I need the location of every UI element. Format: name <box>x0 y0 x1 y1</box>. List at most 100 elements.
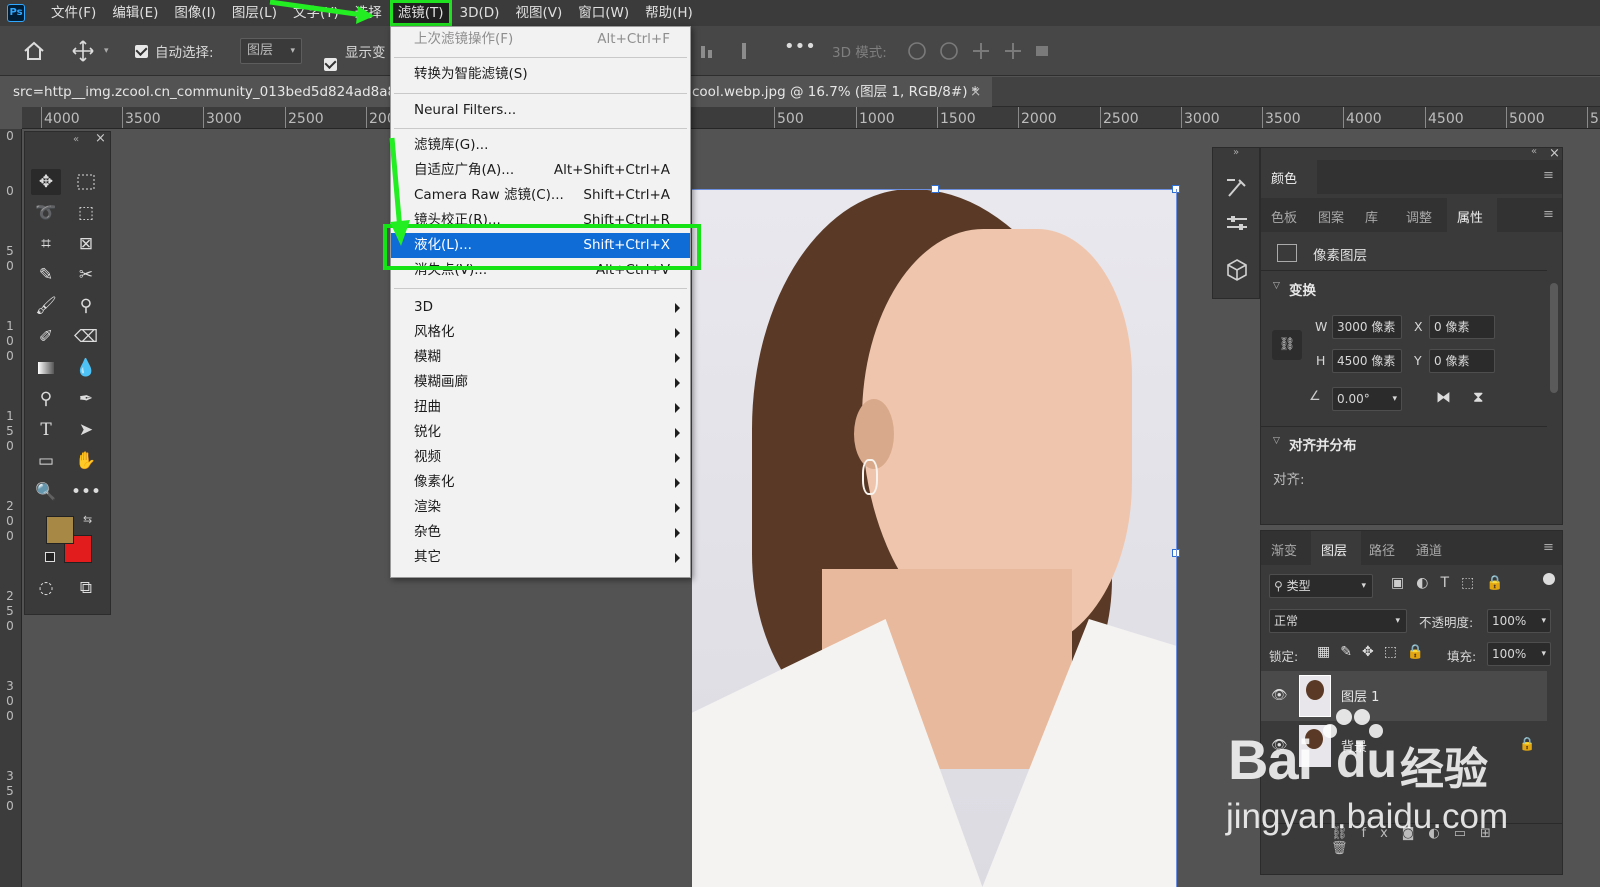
collapse-icon[interactable]: « <box>73 134 79 145</box>
adjustments-icon[interactable] <box>1225 212 1249 236</box>
panel-menu-icon[interactable]: ≡ <box>1543 168 1554 183</box>
tab-layers[interactable]: 图层 <box>1321 540 1347 559</box>
more-options-icon[interactable]: ••• <box>784 36 816 57</box>
menu-image[interactable]: 图像(I) <box>166 0 224 26</box>
submenu-sharpen[interactable]: 锐化 <box>391 420 690 445</box>
pen-tool-icon[interactable]: ✒ <box>71 386 101 412</box>
eye-icon[interactable]: 👁 <box>1271 688 1288 703</box>
eraser-tool-icon[interactable]: ⌫ <box>71 324 101 350</box>
submenu-stylize[interactable]: 风格化 <box>391 320 690 345</box>
tab-channels[interactable]: 通道 <box>1416 540 1442 559</box>
close-icon[interactable]: × <box>970 77 981 107</box>
menu-file[interactable]: 文件(F) <box>43 0 104 26</box>
opacity-field[interactable]: 100% ▾ <box>1487 609 1551 633</box>
tab-patterns[interactable]: 图案 <box>1318 207 1344 226</box>
close-icon[interactable]: × <box>95 131 106 146</box>
gradient-tool-icon[interactable] <box>31 355 61 381</box>
rectangle-tool-icon[interactable]: ▭ <box>31 448 61 474</box>
menu-item-adaptive-wide-angle[interactable]: 自适应广角(A)... Alt+Shift+Ctrl+A <box>391 158 690 183</box>
link-icon[interactable]: ⛓ <box>1272 330 1302 360</box>
hand-tool-icon[interactable]: ✋ <box>71 448 101 474</box>
expand-icon[interactable]: » <box>1233 147 1239 158</box>
menu-help[interactable]: 帮助(H) <box>637 0 701 26</box>
layer-filter-dropdown[interactable]: ⚲ 类型 ▾ <box>1269 574 1373 598</box>
menu-item-neural-filters[interactable]: Neural Filters... <box>391 98 690 123</box>
transform-handle[interactable] <box>931 185 939 193</box>
brush-tool-icon[interactable]: 🖌 <box>31 293 61 319</box>
align-vertical-icon[interactable] <box>737 42 751 60</box>
tab-properties[interactable]: 属性 <box>1457 207 1483 226</box>
close-icon[interactable]: × <box>1549 146 1560 161</box>
submenu-distort[interactable]: 扭曲 <box>391 395 690 420</box>
filter-toggle-icon[interactable] <box>1543 573 1555 585</box>
foreground-color-swatch-top[interactable] <box>46 516 74 544</box>
tab-libraries[interactable]: 库 <box>1365 207 1378 226</box>
canvas-image[interactable] <box>692 189 1176 887</box>
path-select-tool-icon[interactable]: ➤ <box>71 417 101 443</box>
fill-field[interactable]: 100% ▾ <box>1487 642 1551 666</box>
tab-adjustments[interactable]: 调整 <box>1406 207 1432 226</box>
submenu-blur[interactable]: 模糊 <box>391 345 690 370</box>
menu-edit[interactable]: 编辑(E) <box>104 0 166 26</box>
frame-tool-icon[interactable]: ⊠ <box>71 231 101 257</box>
angle-field[interactable]: 0.00° ▾ <box>1332 387 1402 411</box>
submenu-3d[interactable]: 3D <box>391 295 690 320</box>
tab-paths[interactable]: 路径 <box>1369 540 1395 559</box>
lock-options-icons[interactable]: ▦✎✥⬚🔒 <box>1317 644 1434 660</box>
menu-3d[interactable]: 3D(D) <box>452 0 508 26</box>
menu-item-filter-gallery[interactable]: 滤镜库(G)... <box>391 133 690 158</box>
marquee-tool-icon[interactable] <box>71 169 101 195</box>
tab-color[interactable]: 颜色 <box>1271 168 1297 187</box>
submenu-noise[interactable]: 杂色 <box>391 520 690 545</box>
brush-settings-icon[interactable] <box>1225 176 1249 200</box>
distribute-icon[interactable] <box>700 42 714 60</box>
panel-menu-icon[interactable]: ≡ <box>1543 540 1554 555</box>
menu-item-camera-raw[interactable]: Camera Raw 滤镜(C)... Shift+Ctrl+A <box>391 183 690 208</box>
flip-horizontal-icon[interactable]: ⧓ <box>1436 388 1451 406</box>
menu-item-convert-smart-filter[interactable]: 转换为智能滤镜(S) <box>391 62 690 87</box>
screen-mode-icon[interactable]: ⧉ <box>71 575 101 601</box>
menu-window[interactable]: 窗口(W) <box>570 0 637 26</box>
layer-name[interactable]: 图层 1 <box>1341 686 1379 705</box>
blend-mode-dropdown[interactable]: 正常 ▾ <box>1269 609 1407 633</box>
width-field[interactable]: 3000 像素 <box>1332 315 1402 339</box>
chevron-down-icon[interactable]: ▽ <box>1273 281 1280 291</box>
stamp-tool-icon[interactable]: ⚲ <box>71 293 101 319</box>
healing-tool-icon[interactable]: ✂ <box>71 262 101 288</box>
submenu-pixelate[interactable]: 像素化 <box>391 470 690 495</box>
3d-cube-icon[interactable] <box>1225 258 1249 282</box>
layer-filter-icons[interactable]: ▣◐T⬚🔒 <box>1391 575 1541 597</box>
blur-tool-icon[interactable]: 💧 <box>71 355 101 381</box>
move-tool-icon[interactable]: ✥ <box>31 169 61 195</box>
y-field[interactable]: 0 像素 <box>1429 349 1495 373</box>
collapse-icon[interactable]: « <box>1531 146 1537 157</box>
submenu-blur-gallery[interactable]: 模糊画廊 <box>391 370 690 395</box>
more-tools-icon[interactable]: ••• <box>71 479 101 505</box>
zoom-tool-icon[interactable]: 🔍 <box>31 479 61 505</box>
dodge-tool-icon[interactable]: ⚲ <box>31 386 61 412</box>
height-field[interactable]: 4500 像素 <box>1332 349 1402 373</box>
submenu-render[interactable]: 渲染 <box>391 495 690 520</box>
flip-vertical-icon[interactable]: ⧗ <box>1473 388 1484 406</box>
object-select-tool-icon[interactable]: ⬚ <box>71 200 101 226</box>
quick-mask-icon[interactable]: ◌ <box>31 575 61 601</box>
eyedropper-tool-icon[interactable]: ✎ <box>31 262 61 288</box>
panel-scrollbar[interactable] <box>1550 283 1558 393</box>
auto-select-checkbox[interactable] <box>135 45 148 58</box>
crop-tool-icon[interactable]: ⌗ <box>31 231 61 257</box>
x-field[interactable]: 0 像素 <box>1429 315 1495 339</box>
move-tool-icon[interactable] <box>72 40 94 62</box>
tab-gradients[interactable]: 渐变 <box>1271 540 1297 559</box>
tab-swatches[interactable]: 色板 <box>1271 207 1297 226</box>
type-tool-icon[interactable]: T <box>31 417 61 443</box>
chevron-down-icon[interactable]: ▾ <box>104 46 114 56</box>
submenu-other[interactable]: 其它 <box>391 545 690 570</box>
submenu-video[interactable]: 视频 <box>391 445 690 470</box>
home-icon[interactable] <box>22 40 48 62</box>
history-brush-tool-icon[interactable]: ✐ <box>31 324 61 350</box>
swap-colors-icon[interactable]: ⇆ <box>83 513 92 526</box>
menu-view[interactable]: 视图(V) <box>507 0 570 26</box>
panel-menu-icon[interactable]: ≡ <box>1543 207 1554 222</box>
chevron-down-icon[interactable]: ▽ <box>1273 436 1280 446</box>
default-colors-icon[interactable] <box>45 552 55 562</box>
